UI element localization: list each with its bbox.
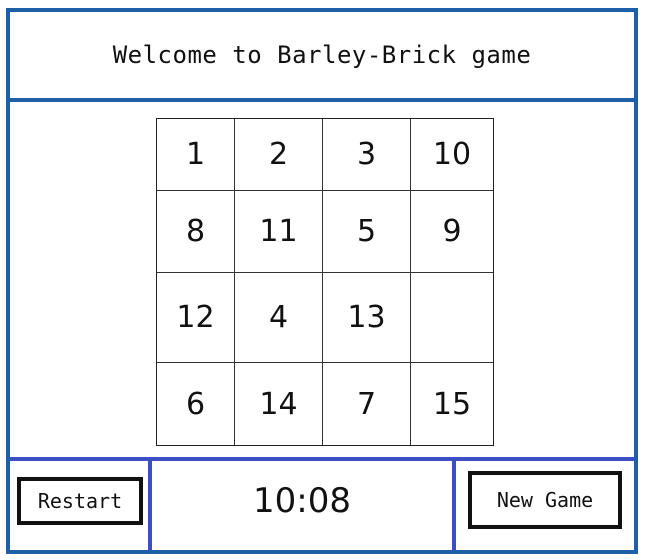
tile[interactable]: 14 <box>235 363 323 445</box>
tile[interactable]: 15 <box>411 363 493 445</box>
tile[interactable]: 4 <box>235 273 323 363</box>
tile[interactable]: 3 <box>323 119 411 191</box>
tile[interactable]: 11 <box>235 191 323 273</box>
header-bar: Welcome to Barley-Brick game <box>10 12 634 102</box>
tile[interactable]: 9 <box>411 191 493 273</box>
tile[interactable]: 6 <box>157 363 235 445</box>
tile[interactable]: 5 <box>323 191 411 273</box>
footer-divider <box>452 457 456 550</box>
tile[interactable]: 12 <box>157 273 235 363</box>
page-title: Welcome to Barley-Brick game <box>112 41 532 69</box>
puzzle-board: 1 2 3 10 8 11 5 9 12 4 13 6 14 7 15 <box>156 118 494 446</box>
tile[interactable]: 7 <box>323 363 411 445</box>
new-game-button[interactable]: New Game <box>468 471 622 529</box>
tile[interactable]: 13 <box>323 273 411 363</box>
restart-button[interactable]: Restart <box>17 477 143 525</box>
tile[interactable]: 1 <box>157 119 235 191</box>
tile[interactable]: 10 <box>411 119 493 191</box>
empty-tile[interactable] <box>411 273 493 363</box>
tile[interactable]: 2 <box>235 119 323 191</box>
game-timer: 10:08 <box>253 481 351 521</box>
tile[interactable]: 8 <box>157 191 235 273</box>
